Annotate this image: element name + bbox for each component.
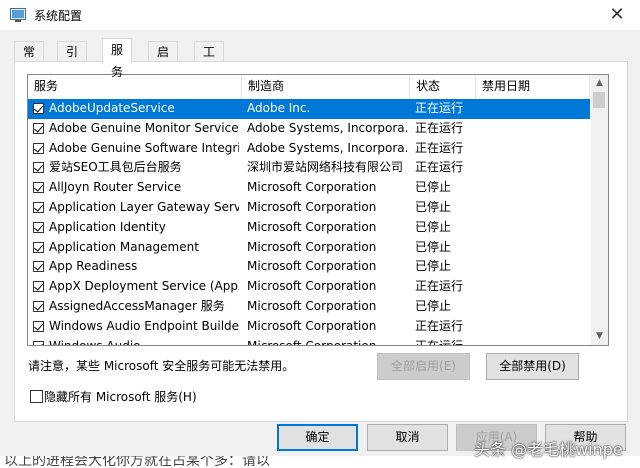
service-name: Adobe Genuine Software Integrit...: [49, 140, 239, 155]
service-name: App Readiness: [49, 259, 138, 274]
vertical-scrollbar[interactable]: ▲ ▼: [591, 75, 608, 345]
service-name: AssignedAccessManager 服务: [49, 298, 225, 313]
service-status: 正在运行: [415, 120, 464, 135]
table-row[interactable]: AdobeUpdateService Adobe Inc. 正在运行: [28, 99, 590, 119]
service-manufacturer: Microsoft Corporation: [247, 180, 377, 195]
service-status: 正在运行: [415, 101, 464, 115]
service-name: AllJoyn Router Service: [49, 180, 182, 195]
table-row[interactable]: AppX Deployment Service (AppX... Microsof…: [28, 277, 590, 297]
table-row[interactable]: 爱站SEO工具包后台服务 深圳市爱站网络科技有限公司 正在运行: [28, 158, 590, 178]
service-status: 已停止: [415, 259, 452, 274]
title-bar: 系统配置 ✕: [0, 0, 640, 30]
service-name: Adobe Genuine Monitor Service: [49, 120, 239, 135]
service-checkbox[interactable]: [33, 261, 44, 273]
service-name: AppX Deployment Service (AppX...: [49, 279, 239, 294]
enable-all-button[interactable]: 全部启用(E): [377, 353, 470, 380]
service-checkbox[interactable]: [33, 300, 44, 312]
tab-services[interactable]: 服务: [102, 38, 133, 79]
service-name: Application Layer Gateway Service: [49, 199, 239, 214]
table-row[interactable]: Windows Audio Microsoft Corporation 正在运行: [28, 337, 590, 346]
tab-boot[interactable]: 引导: [57, 41, 88, 79]
service-status: 已停止: [415, 180, 452, 195]
service-manufacturer: Adobe Systems, Incorpora...: [247, 120, 407, 135]
security-note: 请注意，某些 Microsoft 安全服务可能无法禁用。: [28, 359, 295, 373]
service-status: 正在运行: [415, 338, 464, 346]
service-name: Application Identity: [49, 219, 166, 234]
service-checkbox[interactable]: [33, 103, 44, 114]
service-checkbox[interactable]: [33, 320, 44, 332]
table-row[interactable]: Windows Audio Endpoint Builder Microsoft …: [28, 317, 590, 337]
service-manufacturer: Microsoft Corporation: [247, 199, 377, 214]
service-manufacturer: Microsoft Corporation: [247, 259, 377, 274]
table-row[interactable]: Adobe Genuine Software Integrit... Adobe …: [28, 139, 590, 159]
scroll-thumb[interactable]: [593, 92, 605, 108]
service-status: 正在运行: [415, 140, 464, 155]
ok-button[interactable]: 确定: [277, 424, 358, 451]
watermark: 头条 @老毛桃winpe: [474, 440, 623, 459]
background-text: 以上的进程会大化你方就在占某个多：请以: [4, 456, 270, 468]
service-checkbox[interactable]: [33, 281, 44, 293]
tab-startup[interactable]: 启动: [148, 41, 179, 79]
service-status: 正在运行: [415, 279, 464, 294]
service-manufacturer: Microsoft Corporation: [247, 298, 377, 313]
disable-all-button[interactable]: 全部禁用(D): [486, 353, 579, 380]
service-checkbox[interactable]: [33, 182, 44, 194]
service-rows: AdobeUpdateService Adobe Inc. 正在运行 Adobe Ge…: [28, 99, 590, 346]
column-header-status[interactable]: 状态: [410, 75, 476, 99]
window-title: 系统配置: [34, 9, 83, 23]
service-status: 已停止: [415, 298, 452, 313]
service-manufacturer: Adobe Systems, Incorpora...: [247, 140, 407, 155]
service-manufacturer: 深圳市爱站网络科技有限公司: [247, 160, 404, 175]
service-manufacturer: Adobe Inc.: [247, 101, 311, 115]
close-button[interactable]: ✕: [594, 0, 640, 30]
table-row[interactable]: Adobe Genuine Monitor Service Adobe Syste…: [28, 119, 590, 139]
system-config-icon: [10, 8, 26, 22]
column-header-manufacturer[interactable]: 制造商: [242, 75, 410, 99]
scroll-down-icon[interactable]: ▼: [591, 328, 608, 345]
service-status: 已停止: [415, 219, 452, 234]
tab-general[interactable]: 常规: [14, 41, 45, 79]
service-checkbox[interactable]: [33, 122, 44, 134]
service-manufacturer: Microsoft Corporation: [247, 338, 377, 346]
table-row[interactable]: Application Management Microsoft Corporat…: [28, 238, 590, 258]
column-header-service[interactable]: 服务: [28, 75, 242, 99]
cancel-button[interactable]: 取消: [367, 424, 448, 451]
table-row[interactable]: AllJoyn Router Service Microsoft Corporat…: [28, 178, 590, 198]
hide-microsoft-label: 隐藏所有 Microsoft 服务(H): [44, 390, 197, 404]
services-list[interactable]: 服务 制造商 状态 禁用日期 AdobeUpdateService Adobe I…: [27, 74, 609, 346]
service-manufacturer: Microsoft Corporation: [247, 219, 377, 234]
table-row[interactable]: App Readiness Microsoft Corporation 已停止: [28, 257, 590, 277]
table-row[interactable]: Application Layer Gateway Service Microso…: [28, 198, 590, 218]
service-status: 正在运行: [415, 160, 464, 175]
column-header-disabled-date[interactable]: 禁用日期: [476, 75, 590, 99]
service-checkbox[interactable]: [33, 221, 44, 233]
service-checkbox[interactable]: [33, 340, 44, 345]
service-checkbox[interactable]: [33, 162, 44, 174]
service-name: AdobeUpdateService: [49, 101, 175, 115]
service-manufacturer: Microsoft Corporation: [247, 318, 377, 333]
service-checkbox[interactable]: [33, 201, 44, 213]
service-checkbox[interactable]: [33, 241, 44, 253]
tab-tools[interactable]: 工具: [194, 41, 225, 79]
scroll-up-icon[interactable]: ▲: [591, 75, 608, 92]
hide-microsoft-checkbox[interactable]: [30, 390, 43, 403]
table-row[interactable]: Application Identity Microsoft Corporatio…: [28, 218, 590, 238]
table-row[interactable]: AssignedAccessManager 服务 Microsoft Corpor…: [28, 297, 590, 317]
service-name: Windows Audio: [49, 338, 141, 346]
service-status: 正在运行: [415, 318, 464, 333]
service-name: Windows Audio Endpoint Builder: [49, 318, 239, 333]
service-name: 爱站SEO工具包后台服务: [49, 160, 182, 175]
service-checkbox[interactable]: [33, 142, 44, 154]
service-status: 已停止: [415, 199, 452, 214]
service-name: Application Management: [49, 239, 199, 254]
service-manufacturer: Microsoft Corporation: [247, 279, 377, 294]
service-status: 已停止: [415, 239, 452, 254]
service-manufacturer: Microsoft Corporation: [247, 239, 377, 254]
